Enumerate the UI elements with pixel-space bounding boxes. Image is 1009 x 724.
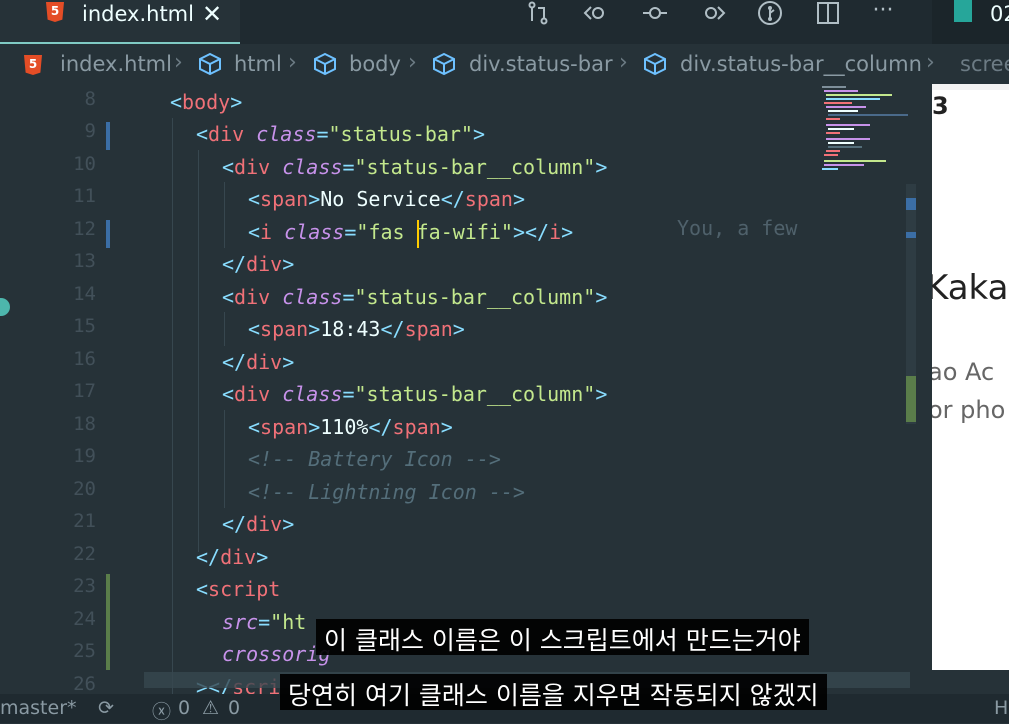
code-line-11[interactable]: <span>No Service</span> bbox=[248, 183, 525, 215]
text-cursor bbox=[417, 220, 419, 248]
sync-icon[interactable]: ⟳ bbox=[98, 697, 114, 719]
preview-top-strip bbox=[932, 84, 1009, 90]
next-change-icon[interactable] bbox=[698, 0, 728, 26]
breadcrumb-file[interactable]: index.html bbox=[60, 52, 172, 76]
code-line-20[interactable]: <!-- Lightning Icon --> bbox=[248, 476, 525, 508]
breadcrumb-body[interactable]: body bbox=[349, 52, 401, 76]
chevron-right-icon: › bbox=[926, 50, 935, 75]
tab-second-file[interactable]: 02 bbox=[932, 0, 1009, 44]
indent-guide bbox=[224, 182, 225, 248]
split-editor-icon[interactable] bbox=[813, 0, 843, 26]
element-cube-icon bbox=[199, 52, 221, 76]
error-count[interactable]: 0 bbox=[178, 697, 190, 719]
code-editor[interactable]: <body> <div class="status-bar"> <div cla… bbox=[0, 84, 932, 699]
code-line-24[interactable]: src="ht bbox=[222, 606, 306, 638]
commit-icon[interactable] bbox=[640, 0, 670, 26]
close-icon[interactable]: ✕ bbox=[202, 0, 222, 28]
code-line-19[interactable]: <!-- Battery Icon --> bbox=[248, 443, 501, 475]
breadcrumb: 5 index.html › html › body › div.status-… bbox=[0, 44, 1009, 84]
code-line-23[interactable]: <script bbox=[196, 573, 280, 605]
element-cube-icon bbox=[314, 52, 336, 76]
preview-title: Kaka bbox=[932, 268, 1009, 308]
tab-label: index.html bbox=[82, 2, 194, 26]
chevron-right-icon: › bbox=[408, 50, 417, 75]
html5-file-icon: 5 bbox=[46, 2, 64, 22]
code-line-10[interactable]: <div class="status-bar__column"> bbox=[222, 151, 607, 183]
warning-count[interactable]: 0 bbox=[228, 697, 240, 719]
more-actions-icon[interactable]: ··· bbox=[868, 0, 898, 24]
previous-change-icon[interactable] bbox=[581, 0, 611, 26]
breadcrumb-preview-tab[interactable]: scree bbox=[960, 52, 1009, 76]
warning-icon[interactable]: ⚠ bbox=[202, 697, 219, 719]
indent-guide bbox=[172, 118, 173, 698]
scrollbar-change-marker bbox=[906, 232, 916, 238]
scrollbar-change-marker bbox=[906, 198, 916, 210]
indent-guide bbox=[224, 410, 225, 508]
tab-bar: 5 index.html ✕ ··· 02 bbox=[0, 0, 1009, 44]
code-line-14[interactable]: <div class="status-bar__column"> bbox=[222, 281, 607, 313]
breadcrumb-div-status-bar-column[interactable]: div.status-bar__column bbox=[680, 52, 922, 76]
code-line-8[interactable]: <body> bbox=[170, 86, 242, 118]
subtitle-line: 이 클래스 이름은 이 스크립트에서 만드는거야 bbox=[316, 619, 809, 655]
code-line-17[interactable]: <div class="status-bar__column"> bbox=[222, 378, 607, 410]
subtitle-line: 당연히 여기 클래스 이름을 지우면 작동되지 않겠지 bbox=[280, 674, 827, 710]
code-line-16[interactable]: </div> bbox=[222, 346, 294, 378]
element-cube-icon bbox=[433, 52, 455, 76]
html5-file-icon: 5 bbox=[24, 55, 42, 75]
git-branch[interactable]: master* bbox=[0, 697, 77, 719]
code-line-22[interactable]: </div> bbox=[196, 541, 268, 573]
code-line-15[interactable]: <span>18:43</span> bbox=[248, 313, 465, 345]
scrollbar-change-marker bbox=[906, 376, 916, 422]
image-file-icon bbox=[954, 0, 972, 22]
code-line-12[interactable]: <i class="fas fa-wifi"></i> bbox=[248, 216, 573, 248]
indent-guide bbox=[198, 150, 199, 552]
breadcrumb-div-status-bar[interactable]: div.status-bar bbox=[469, 52, 613, 76]
chevron-right-icon: › bbox=[174, 50, 183, 75]
chevron-right-icon: › bbox=[619, 50, 628, 75]
code-line-25[interactable]: crossorig bbox=[222, 638, 330, 670]
git-blame-annotation: You, a few bbox=[677, 216, 798, 240]
source-control-compare-icon[interactable] bbox=[523, 0, 553, 26]
code-line-18[interactable]: <span>110%</span> bbox=[248, 411, 453, 443]
code-line-9[interactable]: <div class="status-bar"> bbox=[196, 118, 485, 150]
git-graph-icon[interactable] bbox=[755, 0, 785, 26]
preview-fragment: 3 bbox=[932, 92, 949, 120]
element-cube-icon bbox=[644, 52, 666, 76]
indent-guide bbox=[224, 312, 225, 346]
chevron-right-icon: › bbox=[288, 50, 297, 75]
tab-label: 02 bbox=[990, 2, 1009, 26]
error-icon[interactable]: ⓧ bbox=[152, 697, 171, 724]
status-item[interactable]: H bbox=[994, 697, 1008, 719]
code-line-13[interactable]: </div> bbox=[222, 248, 294, 280]
code-line-21[interactable]: </div> bbox=[222, 508, 294, 540]
tab-index-html[interactable]: 5 index.html ✕ bbox=[0, 0, 240, 44]
preview-text: ao Ac bbox=[932, 358, 995, 386]
breadcrumb-html[interactable]: html bbox=[234, 52, 282, 76]
browser-preview-pane[interactable]: 3 Kaka ao Ac or pho bbox=[932, 84, 1009, 670]
preview-text: or pho bbox=[932, 396, 1006, 424]
minimap[interactable] bbox=[816, 84, 908, 174]
